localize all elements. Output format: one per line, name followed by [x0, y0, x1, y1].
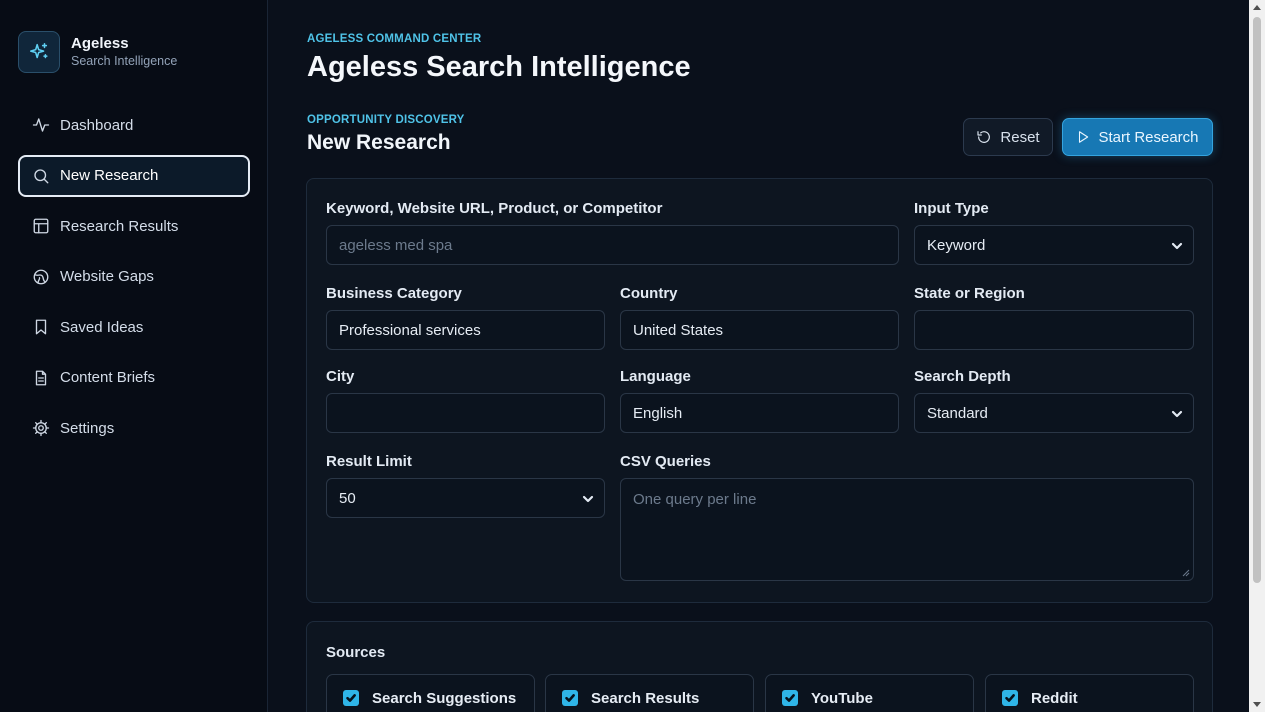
- gear-icon: [32, 419, 50, 437]
- chevron-down-icon: [582, 492, 594, 504]
- page-scrollbar[interactable]: [1249, 0, 1265, 712]
- globe-icon: [32, 268, 50, 286]
- source-label: YouTube: [811, 689, 873, 707]
- source-search-suggestions[interactable]: Search Suggestions: [326, 674, 535, 712]
- sidebar-item-research-results[interactable]: Research Results: [18, 205, 250, 247]
- sidebar-item-label: Content Briefs: [60, 369, 156, 386]
- play-icon: [1079, 131, 1089, 143]
- city-input[interactable]: [326, 393, 605, 433]
- state-input[interactable]: [914, 310, 1194, 350]
- research-form: Keyword, Website URL, Product, or Compet…: [306, 178, 1213, 603]
- source-label: Search Suggestions: [372, 689, 517, 707]
- checkbox-checked-icon[interactable]: [343, 690, 359, 706]
- sources-title: Sources: [326, 644, 386, 661]
- search-icon: [32, 167, 50, 185]
- sidebar-item-content-briefs[interactable]: Content Briefs: [18, 357, 250, 399]
- sidebar-nav: Dashboard New Research Research Results …: [18, 104, 250, 458]
- brand[interactable]: Ageless Search Intelligence: [18, 31, 177, 73]
- city-label: City: [326, 368, 355, 385]
- brand-subtitle: Search Intelligence: [71, 53, 178, 68]
- scrollbar-thumb[interactable]: [1253, 17, 1261, 583]
- sidebar-item-label: Saved Ideas: [60, 318, 144, 336]
- csv-queries-textarea[interactable]: One query per line: [620, 478, 1194, 581]
- resize-handle-icon[interactable]: [1181, 568, 1190, 577]
- sidebar-item-saved-ideas[interactable]: Saved Ideas: [18, 306, 250, 348]
- sidebar-item-label: Settings: [60, 419, 115, 437]
- sparkles-icon: [18, 31, 60, 73]
- reset-button[interactable]: Reset: [963, 118, 1053, 156]
- input-type-value: Keyword: [927, 236, 986, 254]
- csv-queries-label: CSV Queries: [620, 453, 711, 470]
- keyword-input[interactable]: ageless med spa: [326, 225, 899, 265]
- reset-icon: [977, 131, 991, 143]
- start-research-button-label: Start Research: [1098, 128, 1199, 146]
- table-icon: [32, 217, 50, 235]
- scroll-down-arrow-icon[interactable]: [1253, 702, 1261, 707]
- input-type-select[interactable]: Keyword: [914, 225, 1194, 265]
- bookmark-icon: [32, 318, 50, 336]
- start-research-button[interactable]: Start Research: [1062, 118, 1213, 156]
- document-icon: [32, 369, 50, 387]
- checkbox-checked-icon[interactable]: [782, 690, 798, 706]
- brand-name: Ageless: [71, 34, 129, 52]
- result-limit-value: 50: [339, 489, 356, 507]
- search-depth-label: Search Depth: [914, 368, 1011, 385]
- business-category-input[interactable]: Professional services: [326, 310, 605, 350]
- business-category-label: Business Category: [326, 285, 462, 302]
- page-title: Ageless Search Intelligence: [307, 51, 691, 83]
- state-label: State or Region: [914, 285, 1025, 302]
- source-reddit[interactable]: Reddit: [985, 674, 1194, 712]
- sidebar-item-label: Research Results: [60, 217, 179, 235]
- source-label: Search Results: [591, 689, 700, 707]
- checkbox-checked-icon[interactable]: [1002, 690, 1018, 706]
- source-search-results[interactable]: Search Results: [545, 674, 754, 712]
- language-label: Language: [620, 368, 691, 385]
- checkbox-checked-icon[interactable]: [562, 690, 578, 706]
- sidebar-item-website-gaps[interactable]: Website Gaps: [18, 256, 250, 298]
- sidebar-item-label: New Research: [60, 167, 159, 184]
- input-type-label: Input Type: [914, 200, 989, 217]
- scroll-up-arrow-icon[interactable]: [1253, 5, 1261, 10]
- header-eyebrow: AGELESS COMMAND CENTER: [307, 33, 482, 45]
- result-limit-label: Result Limit: [326, 453, 412, 470]
- activity-icon: [32, 116, 50, 134]
- sidebar-item-label: Dashboard: [60, 116, 134, 134]
- source-youtube[interactable]: YouTube: [765, 674, 974, 712]
- sidebar-item-settings[interactable]: Settings: [18, 407, 250, 449]
- csv-queries-placeholder: One query per line: [633, 491, 757, 508]
- keyword-label: Keyword, Website URL, Product, or Compet…: [326, 200, 663, 217]
- search-depth-select[interactable]: Standard: [914, 393, 1194, 433]
- sidebar-item-dashboard[interactable]: Dashboard: [18, 104, 250, 146]
- sidebar-item-new-research[interactable]: New Research: [18, 154, 250, 197]
- chevron-down-icon: [1171, 407, 1183, 419]
- language-input[interactable]: English: [620, 393, 899, 433]
- sidebar: Ageless Search Intelligence Dashboard Ne…: [0, 0, 268, 712]
- sources-panel: Sources Search Suggestions Search Result…: [306, 621, 1213, 712]
- source-label: Reddit: [1031, 689, 1078, 707]
- reset-button-label: Reset: [1000, 128, 1040, 146]
- search-depth-value: Standard: [927, 404, 988, 422]
- result-limit-select[interactable]: 50: [326, 478, 605, 518]
- sidebar-item-label: Website Gaps: [60, 268, 154, 285]
- chevron-down-icon: [1171, 239, 1183, 251]
- section-eyebrow: OPPORTUNITY DISCOVERY: [307, 114, 465, 126]
- country-input[interactable]: United States: [620, 310, 899, 350]
- section-title: New Research: [307, 131, 451, 154]
- country-label: Country: [620, 285, 678, 302]
